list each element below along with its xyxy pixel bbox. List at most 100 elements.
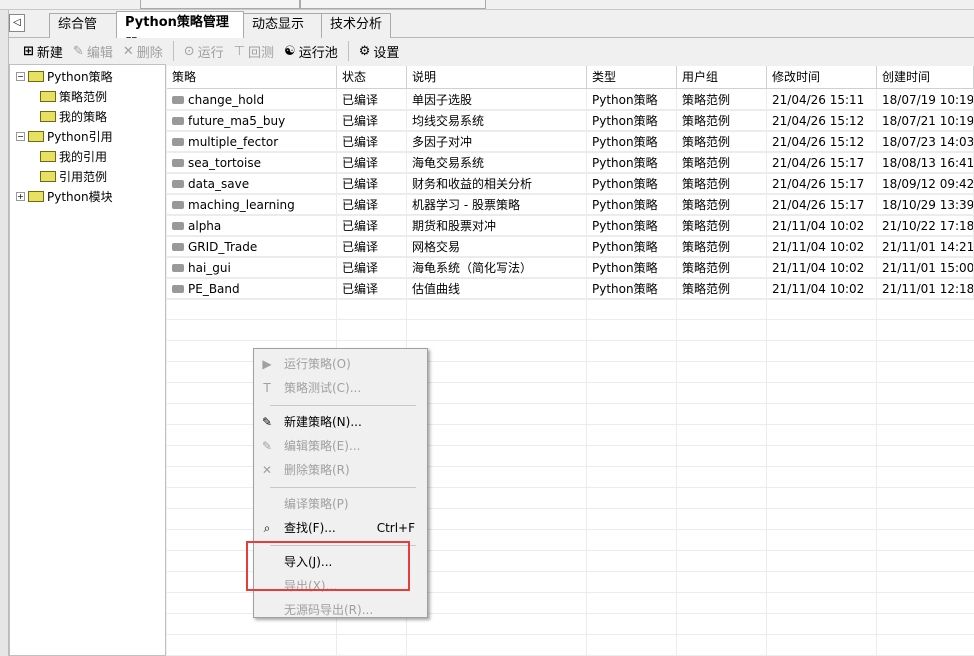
tab-dynamic-board[interactable]: 动态显示牌 [243, 13, 322, 54]
table-cell: Python策略 [587, 279, 677, 300]
menu-item-label: 运行策略(O) [284, 357, 351, 371]
table-cell: 已编译 [337, 111, 407, 132]
tab-bar: ◁ 综合管理 Python策略管理器 动态显示牌 技术分析 [9, 10, 974, 54]
tree-node[interactable]: 策略范例 [40, 88, 107, 105]
column-header[interactable]: 类型 [587, 66, 677, 89]
table-cell: 已编译 [337, 174, 407, 195]
column-header[interactable]: 修改时间 [767, 66, 877, 89]
delete-label: 删除 [136, 45, 163, 61]
table-cell: 18/07/19 10:19 [877, 90, 974, 111]
new-label: 新建 [36, 45, 63, 61]
table-cell: 海龟交易系统 [407, 153, 587, 174]
column-header[interactable]: 说明 [407, 66, 587, 89]
left-splitter[interactable] [0, 10, 9, 656]
menu-item[interactable]: ⌕ 查找(F)... Ctrl+F [254, 517, 427, 539]
settings-button[interactable]: ⚙ 设置 [359, 42, 400, 61]
table-cell: 18/07/21 10:19 [877, 111, 974, 132]
tree-node[interactable]: 我的策略 [40, 108, 107, 125]
menu-item[interactable]: ✎ 编辑策略(E)... [254, 435, 427, 457]
table-cell: 财务和收益的相关分析 [407, 174, 587, 195]
table-row[interactable]: multiple_fector 已编译 多因子对冲 Python策略 策略范例 21/04… [167, 132, 974, 153]
table-cell: Python策略 [587, 90, 677, 111]
play-circle-icon: ⊙ [183, 43, 195, 59]
table-cell: 策略范例 [677, 90, 767, 111]
tree-node[interactable]: 引用范例 [40, 168, 107, 185]
new-button[interactable]: ⊞ 新建 [23, 42, 63, 61]
strategy-name: change_hold [188, 93, 265, 107]
table-cell: PE_Band [167, 279, 337, 300]
strategy-name: GRID_Trade [188, 240, 258, 254]
menu-item-icon: ✎ [261, 415, 273, 429]
tab-technical-analysis[interactable]: 技术分析 [321, 13, 391, 38]
column-header[interactable]: 状态 [337, 66, 407, 89]
table-cell: 策略范例 [677, 174, 767, 195]
table-row[interactable]: data_save 已编译 财务和收益的相关分析 Python策略 策略范例 21/04/… [167, 174, 974, 195]
top-toolbar-segment [140, 0, 300, 9]
table-cell: 多因子对冲 [407, 132, 587, 153]
menu-separator [270, 405, 416, 406]
table-row[interactable]: PE_Band 已编译 估值曲线 Python策略 策略范例 21/11/04 10:02… [167, 279, 974, 300]
tree-node[interactable]: − Python策略 [16, 68, 113, 85]
table-row[interactable]: future_ma5_buy 已编译 均线交易系统 Python策略 策略范例 21/04… [167, 111, 974, 132]
table-cell: 18/08/13 16:41 [877, 153, 974, 174]
table-cell: Python策略 [587, 132, 677, 153]
collapse-icon[interactable]: − [16, 72, 25, 81]
table-cell: 21/04/26 15:17 [767, 174, 877, 195]
menu-item-label: 编辑策略(E)... [284, 439, 361, 453]
table-row[interactable]: hai_gui 已编译 海龟系统（简化写法） Python策略 策略范例 21/11/04… [167, 258, 974, 279]
tree-node[interactable]: − Python引用 [16, 128, 113, 145]
expand-icon[interactable]: + [16, 192, 25, 201]
table-row[interactable]: change_hold 已编译 单因子选股 Python策略 策略范例 21/04/26 … [167, 90, 974, 111]
menu-item[interactable]: ✕ 删除策略(R) [254, 459, 427, 481]
menu-item[interactable]: 无源码导出(R)... [254, 599, 427, 621]
folder-icon [40, 111, 56, 122]
tab-scroll-left-button[interactable]: ◁ [9, 14, 25, 32]
strategy-name: PE_Band [188, 282, 240, 296]
table-cell: future_ma5_buy [167, 111, 337, 132]
delete-button[interactable]: ✕ 删除 [123, 42, 163, 61]
menu-item[interactable]: 编译策略(P) [254, 493, 427, 515]
menu-item[interactable]: ✎ 新建策略(N)... [254, 411, 427, 433]
edit-button[interactable]: ✎ 编辑 [73, 42, 113, 61]
table-row[interactable]: sea_tortoise 已编译 海龟交易系统 Python策略 策略范例 21/04/2… [167, 153, 974, 174]
collapse-icon[interactable]: − [16, 132, 25, 141]
tree-node[interactable]: + Python模块 [16, 188, 113, 205]
top-toolbar-segment [300, 0, 486, 9]
table-row[interactable]: GRID_Trade 已编译 网格交易 Python策略 策略范例 21/11/04 10… [167, 237, 974, 258]
toolbar-divider [347, 41, 349, 61]
table-cell: 21/04/26 15:17 [767, 195, 877, 216]
table-row[interactable]: alpha 已编译 期货和股票对冲 Python策略 策略范例 21/11/04 10:0… [167, 216, 974, 237]
table-cell: 单因子选股 [407, 90, 587, 111]
menu-item-label: 编译策略(P) [284, 497, 349, 511]
tree-node[interactable]: 我的引用 [40, 148, 107, 165]
grid-line [167, 340, 974, 341]
strategy-name: data_save [188, 177, 250, 191]
menu-item[interactable]: ▶ 运行策略(O) [254, 353, 427, 375]
table-cell: Python策略 [587, 195, 677, 216]
table-cell: 21/10/22 17:18 [877, 216, 974, 237]
column-header[interactable]: 策略 [167, 66, 337, 89]
tab-python-strategy-manager[interactable]: Python策略管理器 [116, 11, 244, 52]
backtest-button[interactable]: ⊤ 回测 [234, 42, 274, 61]
table-row[interactable]: maching_learning 已编译 机器学习 - 股票策略 Python策略 策略… [167, 195, 974, 216]
tree-node-label: 引用范例 [59, 170, 108, 184]
menu-item-label: 无源码导出(R)... [284, 603, 374, 617]
column-header[interactable]: 用户组 [677, 66, 767, 89]
run-button[interactable]: ⊙ 运行 [184, 42, 224, 61]
strategy-tree: − Python策略策略范例我的策略 − Python引用我的引用引用范例 + Pytho… [9, 64, 166, 656]
toolbar: ⊞ 新建 ✎ 编辑 ✕ 删除 ⊙ 运行 ⊤ 回测 ☯ 运行池 ⚙ 设置 [9, 38, 974, 64]
menu-item-label: 删除策略(R) [284, 463, 350, 477]
menu-item[interactable]: T 策略测试(C)... [254, 377, 427, 399]
table-cell: 18/10/29 13:39 [877, 195, 974, 216]
strategy-icon [172, 180, 184, 188]
strategy-name: hai_gui [188, 261, 231, 275]
table-cell: 21/11/01 12:18 [877, 279, 974, 300]
table-cell: 策略范例 [677, 258, 767, 279]
folder-icon [28, 191, 44, 202]
column-header[interactable]: 创建时间 [877, 66, 974, 89]
run-pool-button[interactable]: ☯ 运行池 [284, 42, 338, 61]
tab-overview[interactable]: 综合管理 [49, 13, 117, 54]
menu-item-icon: ✎ [261, 439, 273, 453]
table-cell: 已编译 [337, 132, 407, 153]
table-cell: 21/11/04 10:02 [767, 237, 877, 258]
